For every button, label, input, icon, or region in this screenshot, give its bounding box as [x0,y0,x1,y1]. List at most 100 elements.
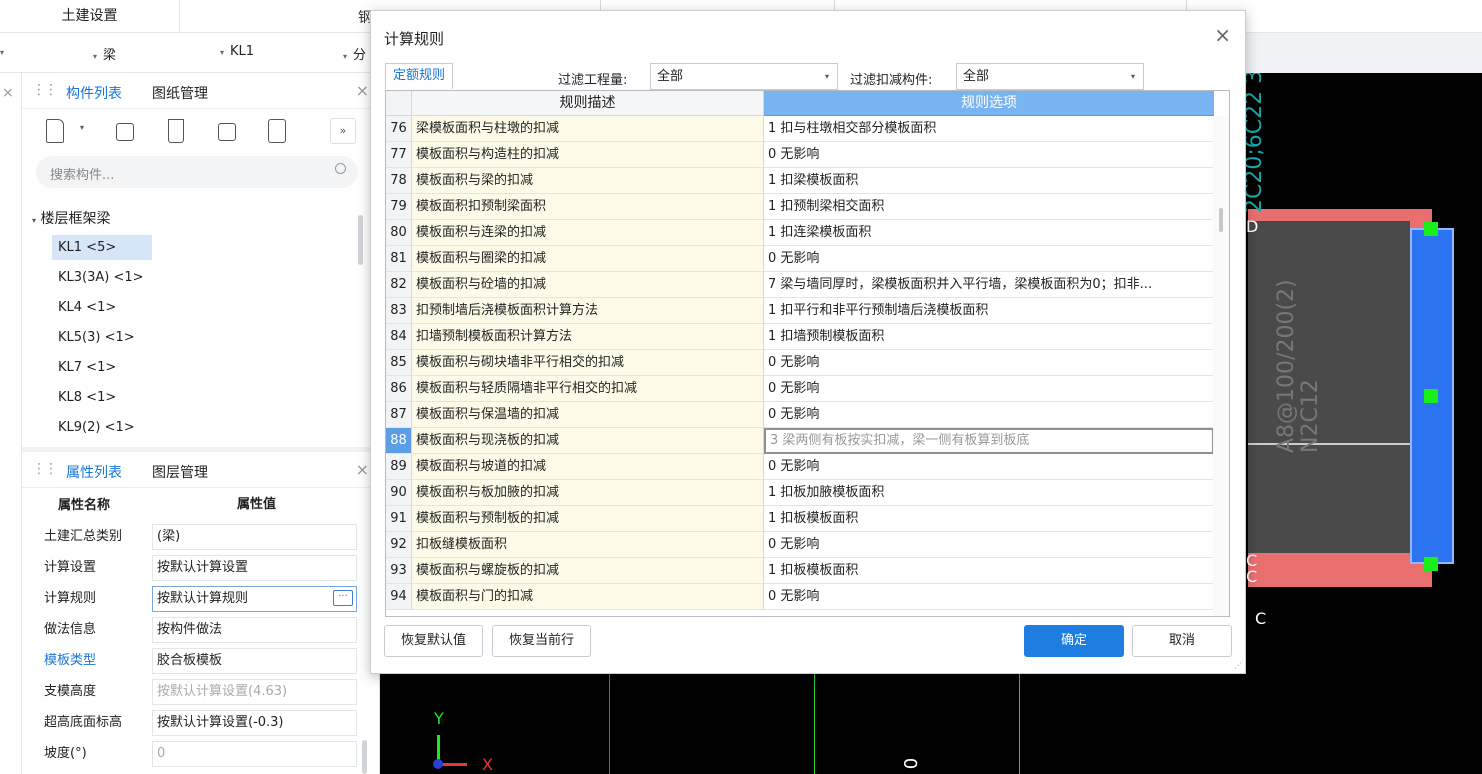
resize-grip-icon[interactable]: ⋰ [1234,661,1242,670]
rule-option[interactable]: 0 无影响 [764,532,1214,558]
drag-grip-icon[interactable]: ⋮⋮ [32,461,58,477]
tab-quota-rules[interactable]: 定额规则 [385,63,454,89]
list-item[interactable]: KL5(3) <1> [52,325,152,350]
close-icon[interactable]: × [1214,23,1231,47]
table-row[interactable]: 80 模板面积与连梁的扣减 1 扣连梁模板面积 [386,220,1214,246]
property-value[interactable]: 按默认计算设置(-0.3) [152,710,357,736]
restore-default-button[interactable]: 恢复默认值 [384,625,483,657]
rule-option[interactable]: 0 无影响 [764,584,1214,610]
scrollbar-thumb[interactable] [1219,208,1223,232]
table-row-selected[interactable]: 88 模板面积与现浇板的扣减 3 梁两侧有板按实扣减，梁一侧有板算到板底 [386,428,1214,454]
tab-layer-manager[interactable]: 图层管理 [152,462,208,482]
rule-option-editor[interactable]: 3 梁两侧有板按实扣减，梁一侧有板算到板底 [764,428,1214,454]
list-item[interactable]: KL4 <1> [52,295,152,320]
table-row[interactable]: 92 扣板缝模板面积 0 无影响 [386,532,1214,558]
rule-option[interactable]: 7 梁与墙同厚时，梁模板面积并入平行墙，梁模板面积为0；扣非... [764,272,1214,298]
selector-more[interactable]: ▾ 分 [343,44,366,63]
ok-button[interactable]: 确定 [1024,625,1124,657]
rule-option[interactable]: 1 扣与柱墩相交部分模板面积 [764,116,1214,142]
table-row[interactable]: 93 模板面积与螺旋板的扣减 1 扣板模板面积 [386,558,1214,584]
property-value[interactable]: 按构件做法 [152,617,357,643]
rule-option[interactable]: 0 无影响 [764,402,1214,428]
property-row: 模板类型 胶合板模板 [22,645,358,676]
rule-option[interactable]: 0 无影响 [764,376,1214,402]
rule-option[interactable]: 1 扣预制梁相交面积 [764,194,1214,220]
table-row[interactable]: 91 模板面积与预制板的扣减 1 扣板模板面积 [386,506,1214,532]
tree-expand-icon[interactable]: ▾ [32,216,36,225]
grip-marker[interactable] [1424,222,1438,236]
delete-icon[interactable] [168,119,184,143]
list-item[interactable]: KL8 <1> [52,385,152,410]
table-row[interactable]: 77 模板面积与构造柱的扣减 0 无影响 [386,142,1214,168]
rule-option[interactable]: 1 扣板模板面积 [764,558,1214,584]
rule-option[interactable]: 0 无影响 [764,246,1214,272]
table-row[interactable]: 76 梁模板面积与柱墩的扣减 1 扣与柱墩相交部分模板面积 [386,116,1214,142]
rule-option[interactable]: 1 扣墙预制模板面积 [764,324,1214,350]
rule-description: 模板面积与构造柱的扣减 [412,142,764,168]
table-scrollbar[interactable] [1213,116,1229,616]
tab-component-list[interactable]: 构件列表 [66,83,122,103]
property-name: 超高底面标高 [44,715,123,730]
tab-property-list[interactable]: 属性列表 [66,462,122,482]
property-value[interactable]: (梁) [152,524,357,550]
tab-drawing-manager[interactable]: 图纸管理 [152,83,208,103]
tab-civil-settings[interactable]: 土建设置 [0,0,180,33]
rule-option[interactable]: 0 无影响 [764,454,1214,480]
rule-option[interactable]: 1 扣平行和非平行预制墙后浇模板面积 [764,298,1214,324]
property-value[interactable]: 按默认计算设置 [152,555,357,581]
table-row[interactable]: 81 模板面积与圈梁的扣减 0 无影响 [386,246,1214,272]
table-row[interactable]: 89 模板面积与坡道的扣减 0 无影响 [386,454,1214,480]
ellipsis-button[interactable]: ··· [333,590,353,606]
new-component-icon[interactable] [46,119,64,143]
property-value[interactable]: 0 [152,741,357,767]
copy-icon[interactable] [116,123,134,141]
list-item[interactable]: KL3(3A) <1> [52,265,152,290]
scrollbar[interactable] [358,215,363,265]
property-value[interactable]: 按默认计算设置(4.63) [152,679,357,705]
restore-current-row-button[interactable]: 恢复当前行 [492,625,591,657]
grip-marker[interactable] [1424,389,1438,403]
rule-description: 模板面积与砼墙的扣减 [412,272,764,298]
grip-marker[interactable] [1424,557,1438,571]
scrollbar[interactable] [362,740,367,774]
filter-quantity-select[interactable]: 全部 ▾ [650,63,838,90]
row-number: 92 [386,532,412,558]
rule-option[interactable]: 1 扣板模板面积 [764,506,1214,532]
rule-option[interactable]: 0 无影响 [764,142,1214,168]
chevron-down-icon[interactable]: ▾ [80,123,84,132]
table-row[interactable]: 78 模板面积与梁的扣减 1 扣梁模板面积 [386,168,1214,194]
row-number: 77 [386,142,412,168]
drag-grip-icon[interactable]: ⋮⋮ [32,82,58,98]
tree-root-node[interactable]: ▾ 楼层框架梁 [32,208,110,228]
selector-component[interactable]: ▾ KL1 [220,44,254,59]
rule-option[interactable]: 0 无影响 [764,350,1214,376]
table-row[interactable]: 85 模板面积与砌块墙非平行相交的扣减 0 无影响 [386,350,1214,376]
close-icon[interactable]: × [356,81,369,100]
table-row[interactable]: 90 模板面积与板加腋的扣减 1 扣板加腋模板面积 [386,480,1214,506]
list-item[interactable]: KL7 <1> [52,355,152,380]
table-row[interactable]: 86 模板面积与轻质隔墙非平行相交的扣减 0 无影响 [386,376,1214,402]
table-row[interactable]: 83 扣预制墙后浇模板面积计算方法 1 扣平行和非平行预制墙后浇模板面积 [386,298,1214,324]
more-tools-button[interactable]: » [330,118,356,144]
list-item[interactable]: KL9(2) <1> [52,415,152,440]
table-row[interactable]: 87 模板面积与保温墙的扣减 0 无影响 [386,402,1214,428]
close-icon[interactable]: × [356,460,369,479]
list-item[interactable]: KL1 <5> [52,235,152,260]
filter-member-select[interactable]: 全部 ▾ [956,63,1144,90]
copy-to-floor-icon[interactable] [218,123,236,141]
search-input[interactable]: 搜索构件... [36,156,358,188]
property-value-calc-rule[interactable]: 按默认计算规则 ··· [152,586,357,612]
edge-close-icon[interactable]: × [2,85,14,101]
table-row[interactable]: 94 模板面积与门的扣减 0 无影响 [386,584,1214,610]
table-row[interactable]: 84 扣墙预制模板面积计算方法 1 扣墙预制模板面积 [386,324,1214,350]
table-row[interactable]: 82 模板面积与砼墙的扣减 7 梁与墙同厚时，梁模板面积并入平行墙，梁模板面积为… [386,272,1214,298]
rule-option[interactable]: 1 扣连梁模板面积 [764,220,1214,246]
table-row[interactable]: 79 模板面积扣预制梁面积 1 扣预制梁相交面积 [386,194,1214,220]
cancel-button[interactable]: 取消 [1132,625,1232,657]
selector-category[interactable]: ▾ 梁 [93,44,116,63]
property-value[interactable]: 胶合板模板 [152,648,357,674]
rule-option[interactable]: 1 扣梁模板面积 [764,168,1214,194]
save-icon[interactable] [268,119,286,143]
rule-option[interactable]: 1 扣板加腋模板面积 [764,480,1214,506]
selector-edge[interactable]: ▾ [0,44,10,59]
